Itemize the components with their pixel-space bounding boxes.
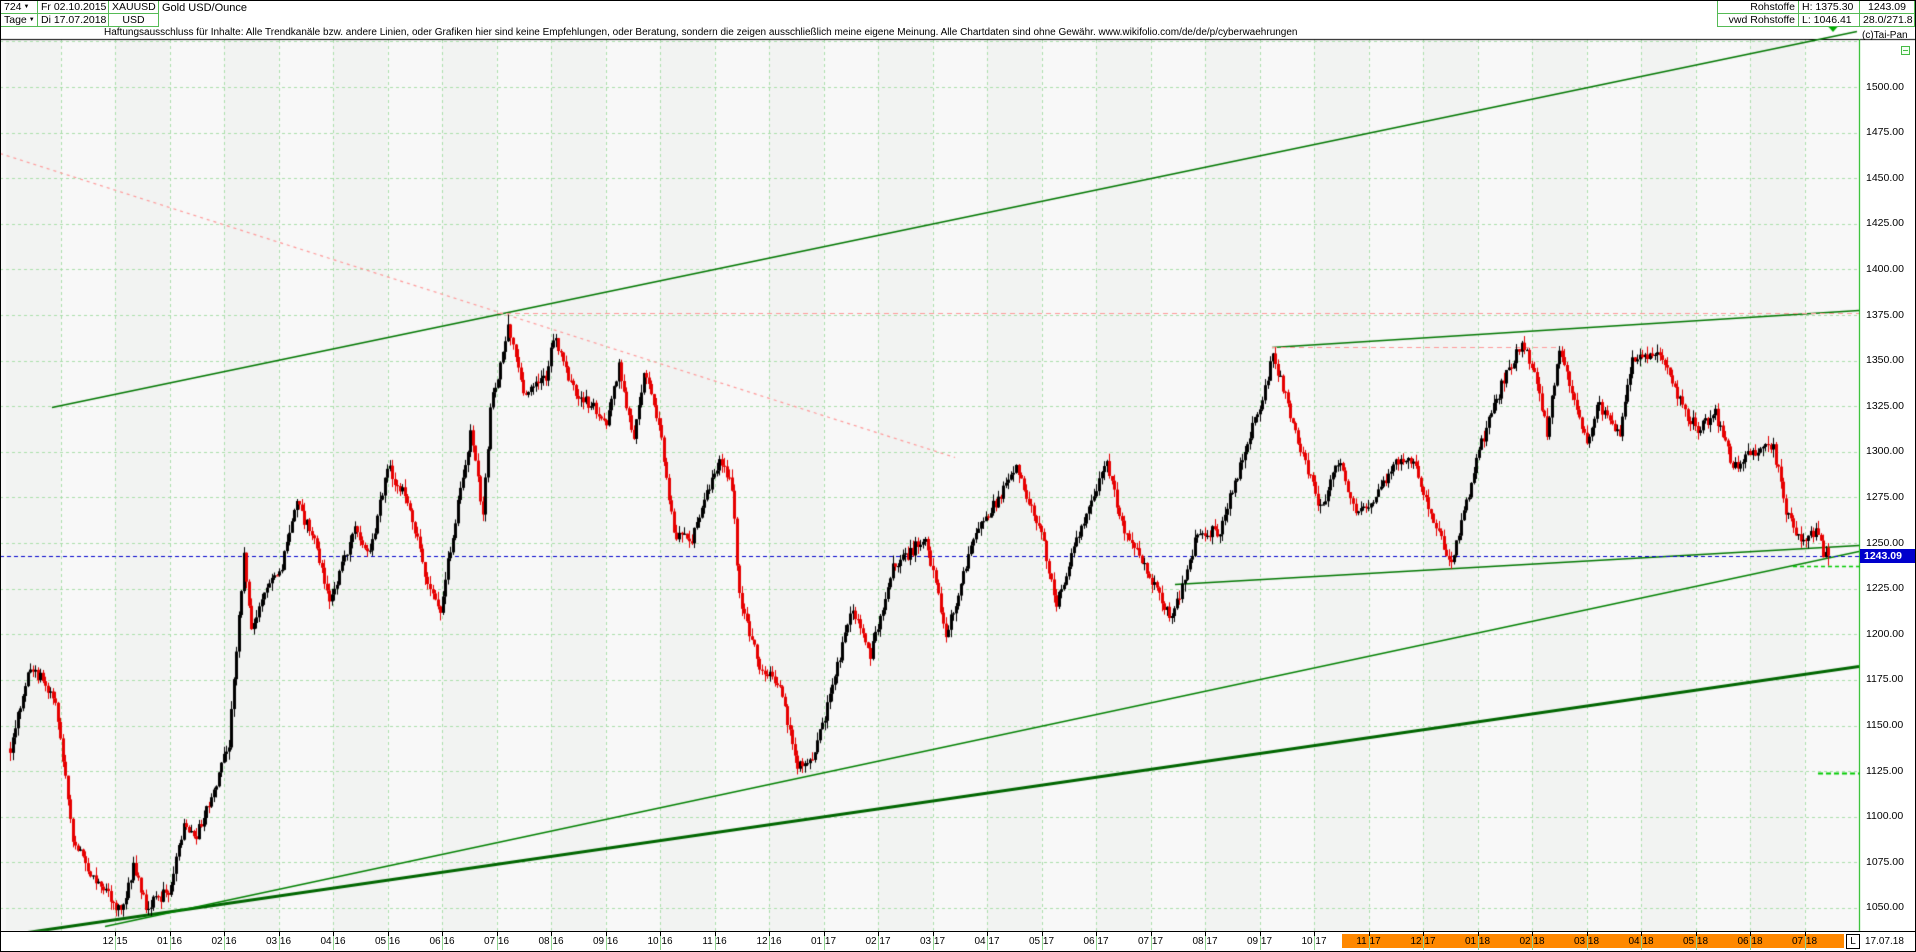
month-label: 04 16 — [320, 936, 346, 947]
month-label: 05 17 — [1028, 936, 1055, 947]
month-label: 12 16 — [756, 936, 782, 947]
month-label: 05 18 — [1682, 936, 1709, 947]
month-label: 08 17 — [1192, 936, 1218, 947]
period-dropdown[interactable]: Tage ▼ — [0, 13, 38, 27]
month-label: 12 17 — [1410, 936, 1436, 947]
month-label: 07 17 — [1137, 936, 1164, 947]
disclaimer-text: Haftungsausschluss für Inhalte: Alle Tre… — [104, 27, 1298, 38]
range-info-value: 28.0/271.8 — [1859, 13, 1915, 27]
copyright-label: (c)Tai-Pan — [1862, 30, 1908, 41]
month-label: 02 16 — [211, 936, 237, 947]
price-axis-label: 1500.00 — [1866, 80, 1904, 93]
month-label: 04 18 — [1628, 936, 1654, 947]
month-label: 03 17 — [919, 936, 946, 947]
month-label: 10 17 — [1301, 936, 1327, 947]
month-label: 07 18 — [1791, 936, 1818, 947]
month-label: 02 18 — [1519, 936, 1545, 947]
price-axis-label: 1150.00 — [1866, 719, 1904, 732]
month-label: 01 17 — [810, 936, 837, 947]
price-axis-label: 1050.00 — [1866, 901, 1904, 914]
symbol-field[interactable]: XAUUSD — [108, 0, 159, 14]
month-label: 05 16 — [374, 936, 401, 947]
instrument-title: Gold USD/Ounce — [162, 2, 247, 14]
chevron-down-icon: ▼ — [28, 17, 35, 23]
month-label: 03 18 — [1573, 936, 1600, 947]
last-bar-date: 17.07.18 — [1865, 936, 1904, 947]
group-label: Rohstoffe — [1717, 0, 1799, 14]
month-label: 08 16 — [538, 936, 564, 947]
last-value: 1243.09 — [1859, 0, 1915, 14]
price-axis-label: 1350.00 — [1866, 354, 1904, 367]
price-axis-label: 1250.00 — [1866, 536, 1904, 549]
period-value: Tage — [4, 14, 27, 26]
month-label: 06 18 — [1737, 936, 1763, 947]
month-label: 06 16 — [429, 936, 455, 947]
source-label: vwd Rohstoffe — [1717, 13, 1799, 27]
currency-field: USD — [108, 13, 159, 27]
current-price-badge: 1243.09 — [1860, 549, 1915, 563]
price-axis-label: 1425.00 — [1866, 217, 1904, 230]
month-label: 07 16 — [483, 936, 510, 947]
month-label: 12 15 — [102, 936, 128, 947]
price-axis-label: 1450.00 — [1866, 171, 1904, 184]
month-label: 04 17 — [974, 936, 1000, 947]
month-label: 03 16 — [265, 936, 292, 947]
price-axis-label: 1200.00 — [1866, 627, 1904, 640]
time-axis: 12 15 01 16 02 16 03 16 04 16 05 16 06 16 07 16… — [0, 931, 1916, 952]
taipan-chart-window: 724 ▼ Fr 02.10.2015 XAUUSD Tage ▼ Di 17.07… — [0, 0, 1916, 952]
price-axis-label: 1075.00 — [1866, 855, 1904, 868]
chevron-down-icon: ▼ — [23, 4, 30, 10]
month-label: 01 16 — [156, 936, 183, 947]
month-label: 06 17 — [1083, 936, 1109, 947]
bars-count-dropdown[interactable]: 724 ▼ — [0, 0, 38, 14]
bars-count-value: 724 — [4, 1, 22, 13]
price-axis-label: 1375.00 — [1866, 308, 1904, 321]
month-label: 09 17 — [1246, 936, 1273, 947]
price-axis-label: 1325.00 — [1866, 399, 1904, 412]
high-value: H: 1375.30 — [1798, 0, 1860, 14]
month-label: 02 17 — [865, 936, 891, 947]
price-axis-label: 1225.00 — [1866, 582, 1904, 595]
price-chart-canvas[interactable] — [0, 0, 1916, 952]
month-label: 11 17 — [1356, 936, 1381, 947]
month-label: 01 18 — [1464, 936, 1491, 947]
price-axis-label: 1475.00 — [1866, 126, 1904, 139]
start-date-field[interactable]: Fr 02.10.2015 — [37, 0, 109, 14]
last-bar-marker: L — [1846, 934, 1860, 949]
price-axis-label: 1400.00 — [1866, 262, 1904, 275]
price-axis-label: 1100.00 — [1866, 810, 1904, 823]
month-label: 09 16 — [592, 936, 619, 947]
end-date-field[interactable]: Di 17.07.2018 — [37, 13, 109, 27]
price-axis-label: 1175.00 — [1866, 673, 1904, 686]
axis-collapse-icon[interactable] — [1901, 46, 1910, 55]
price-axis-label: 1300.00 — [1866, 445, 1904, 458]
price-axis-label: 1275.00 — [1866, 490, 1904, 503]
price-axis-label: 1125.00 — [1866, 764, 1904, 777]
month-label: 10 16 — [647, 936, 673, 947]
low-value: L: 1046.41 — [1798, 13, 1860, 27]
month-label: 11 16 — [702, 936, 727, 947]
